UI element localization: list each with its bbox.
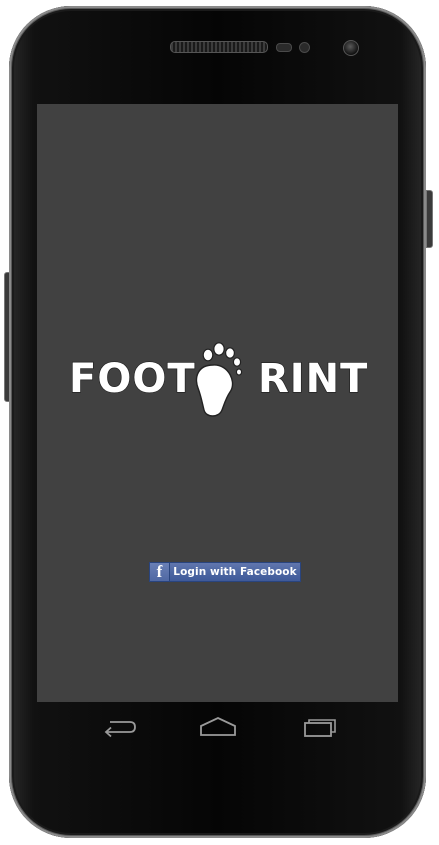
- back-icon: [104, 721, 136, 738]
- footprint-logo: FOOT RINT: [68, 342, 367, 417]
- logo-text-right: RINT: [258, 356, 367, 402]
- front-camera-icon: [343, 40, 359, 56]
- home-icon: [200, 717, 236, 736]
- earpiece-speaker: [170, 41, 268, 53]
- power-button[interactable]: [426, 190, 433, 248]
- back-button[interactable]: [98, 714, 140, 740]
- light-sensor: [299, 42, 310, 53]
- footprint-icon: [195, 342, 243, 417]
- facebook-button-label: Login with Facebook: [173, 566, 297, 578]
- recent-apps-icon: [304, 719, 336, 737]
- phone-frame: FOOT RINT f Login with Facebook: [9, 6, 426, 838]
- login-with-facebook-button[interactable]: f Login with Facebook: [149, 562, 301, 582]
- home-button[interactable]: [197, 714, 239, 740]
- recent-apps-button[interactable]: [299, 714, 341, 740]
- app-screen: FOOT RINT f Login with Facebook: [37, 104, 398, 702]
- logo-text-left: FOOT: [69, 356, 196, 402]
- device-navigation-bar: [37, 706, 398, 748]
- facebook-icon: f: [150, 563, 170, 581]
- proximity-sensor: [276, 43, 292, 52]
